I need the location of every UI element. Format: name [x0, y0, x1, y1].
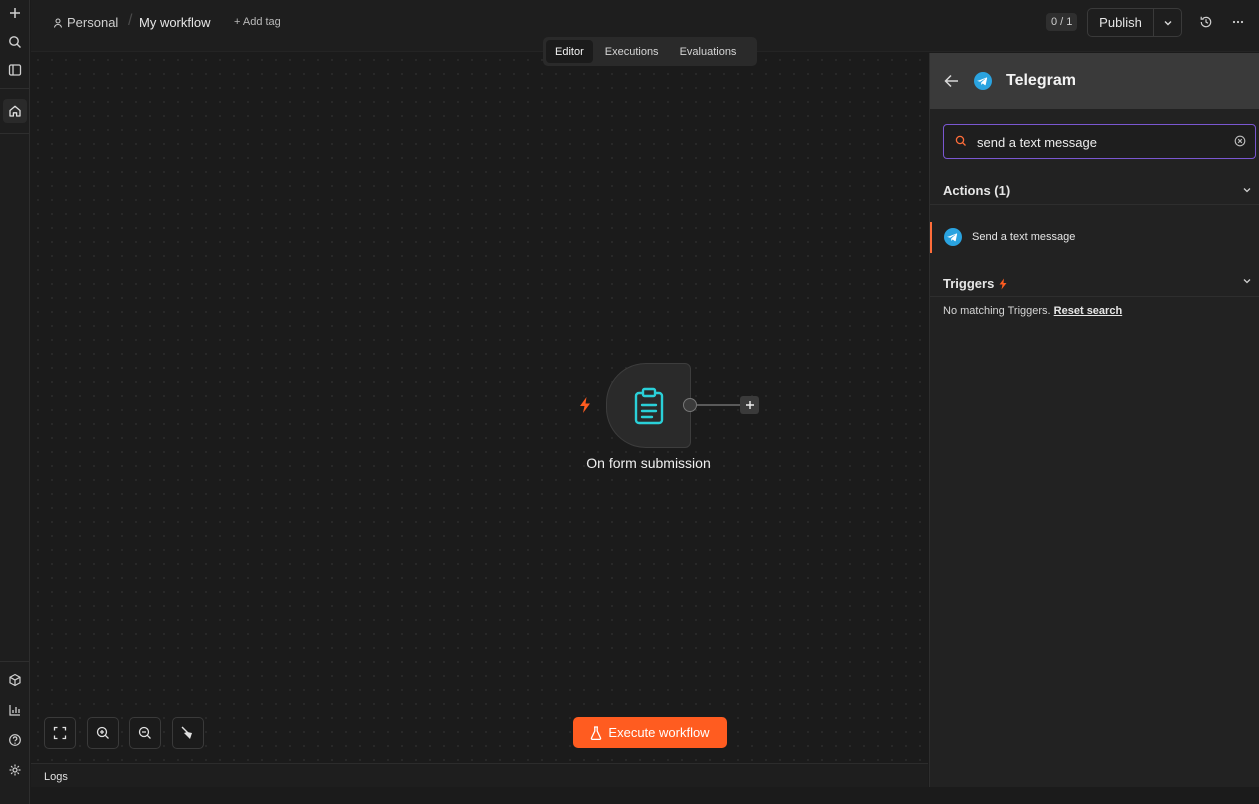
- bottom-strip: [31, 787, 1259, 804]
- node-output-port[interactable]: [683, 398, 697, 412]
- tab-editor[interactable]: Editor: [546, 40, 593, 63]
- more-options-icon[interactable]: [1228, 12, 1248, 32]
- chevron-down-icon: [1164, 20, 1171, 25]
- chevron-down-icon[interactable]: [1241, 184, 1253, 196]
- connection-line: [697, 404, 740, 406]
- templates-icon[interactable]: [3, 668, 27, 692]
- fullscreen-icon: [53, 726, 67, 740]
- rail-divider: [0, 133, 30, 134]
- back-arrow-icon[interactable]: [944, 74, 960, 88]
- no-match-text: No matching Triggers.: [943, 305, 1051, 317]
- breadcrumb-project[interactable]: Personal: [53, 15, 118, 30]
- add-tag-button[interactable]: + Add tag: [234, 16, 281, 28]
- rail-divider: [0, 88, 30, 89]
- history-icon[interactable]: [1196, 12, 1216, 32]
- publish-button[interactable]: Publish: [1088, 9, 1154, 36]
- node-search-input[interactable]: [977, 131, 1227, 153]
- tab-evaluations[interactable]: Evaluations: [671, 40, 746, 63]
- settings-gear-icon[interactable]: [3, 758, 27, 782]
- reset-search-link[interactable]: Reset search: [1054, 305, 1123, 317]
- plus-icon[interactable]: [3, 1, 27, 25]
- panel-header: Telegram: [930, 53, 1259, 109]
- section-divider: [930, 204, 1259, 205]
- clipboard-icon: [634, 387, 663, 424]
- zoom-in-button[interactable]: [87, 717, 119, 749]
- flask-icon: [591, 725, 602, 740]
- search-icon[interactable]: [3, 30, 27, 54]
- zoom-out-icon: [138, 726, 151, 739]
- publish-button-group: Publish: [1087, 8, 1182, 37]
- publish-dropdown-button[interactable]: [1154, 9, 1181, 36]
- execute-workflow-label: Execute workflow: [608, 725, 710, 740]
- section-divider: [930, 296, 1259, 297]
- node-search-box: [943, 124, 1256, 159]
- version-counter-badge: 0 / 1: [1046, 13, 1078, 31]
- tidy-up-button[interactable]: [172, 717, 204, 749]
- help-icon[interactable]: [3, 728, 27, 752]
- chevron-down-icon[interactable]: [1241, 275, 1253, 287]
- clear-search-icon[interactable]: [1234, 135, 1246, 147]
- zoom-out-button[interactable]: [129, 717, 161, 749]
- left-sidebar: [0, 0, 30, 804]
- active-indicator: [930, 222, 932, 253]
- trigger-bolt-icon: [580, 397, 590, 413]
- actions-section-header[interactable]: Actions (1): [943, 183, 1010, 198]
- actions-title: Actions (1): [943, 183, 1011, 198]
- telegram-icon: [974, 72, 992, 90]
- workflow-name[interactable]: My workflow: [139, 15, 211, 30]
- no-matching-triggers-message: No matching Triggers. Reset search: [943, 305, 1122, 317]
- action-item-label: Send a text message: [972, 231, 1076, 243]
- broom-icon: [181, 726, 192, 739]
- logs-label: Logs: [44, 771, 68, 783]
- add-node-button[interactable]: [740, 396, 759, 414]
- user-icon: [54, 18, 62, 28]
- rail-divider: [0, 661, 30, 662]
- tab-executions[interactable]: Executions: [596, 40, 668, 63]
- project-name: Personal: [67, 15, 119, 30]
- node-label: On form submission: [586, 455, 711, 471]
- app-root: Personal / My workflow + Add tag 0 / 1 P…: [0, 0, 1259, 804]
- action-item-send-text-message[interactable]: Send a text message: [930, 222, 1259, 253]
- fit-view-button[interactable]: [44, 717, 76, 749]
- triggers-title: Triggers: [943, 276, 995, 291]
- zoom-in-icon: [96, 726, 109, 739]
- workflow-canvas[interactable]: On form submission Execute workflow: [31, 53, 928, 763]
- view-tabs: Editor Executions Evaluations: [543, 37, 757, 66]
- home-icon[interactable]: [3, 99, 27, 123]
- panel-title: Telegram: [1006, 72, 1076, 89]
- form-trigger-node[interactable]: [606, 363, 691, 448]
- panel-toggle-icon[interactable]: [3, 58, 27, 82]
- insights-chart-icon[interactable]: [3, 698, 27, 722]
- breadcrumb-separator: /: [128, 12, 133, 29]
- search-icon: [955, 135, 966, 146]
- node-creator-panel: Telegram Actions (1) Send a text message…: [929, 53, 1259, 787]
- plus-icon: [745, 401, 754, 409]
- telegram-icon: [944, 228, 962, 246]
- triggers-section-header[interactable]: Triggers: [943, 276, 1008, 291]
- trigger-bolt-icon: [999, 278, 1007, 289]
- logs-bar[interactable]: Logs: [31, 763, 928, 787]
- execute-workflow-button[interactable]: Execute workflow: [573, 717, 727, 748]
